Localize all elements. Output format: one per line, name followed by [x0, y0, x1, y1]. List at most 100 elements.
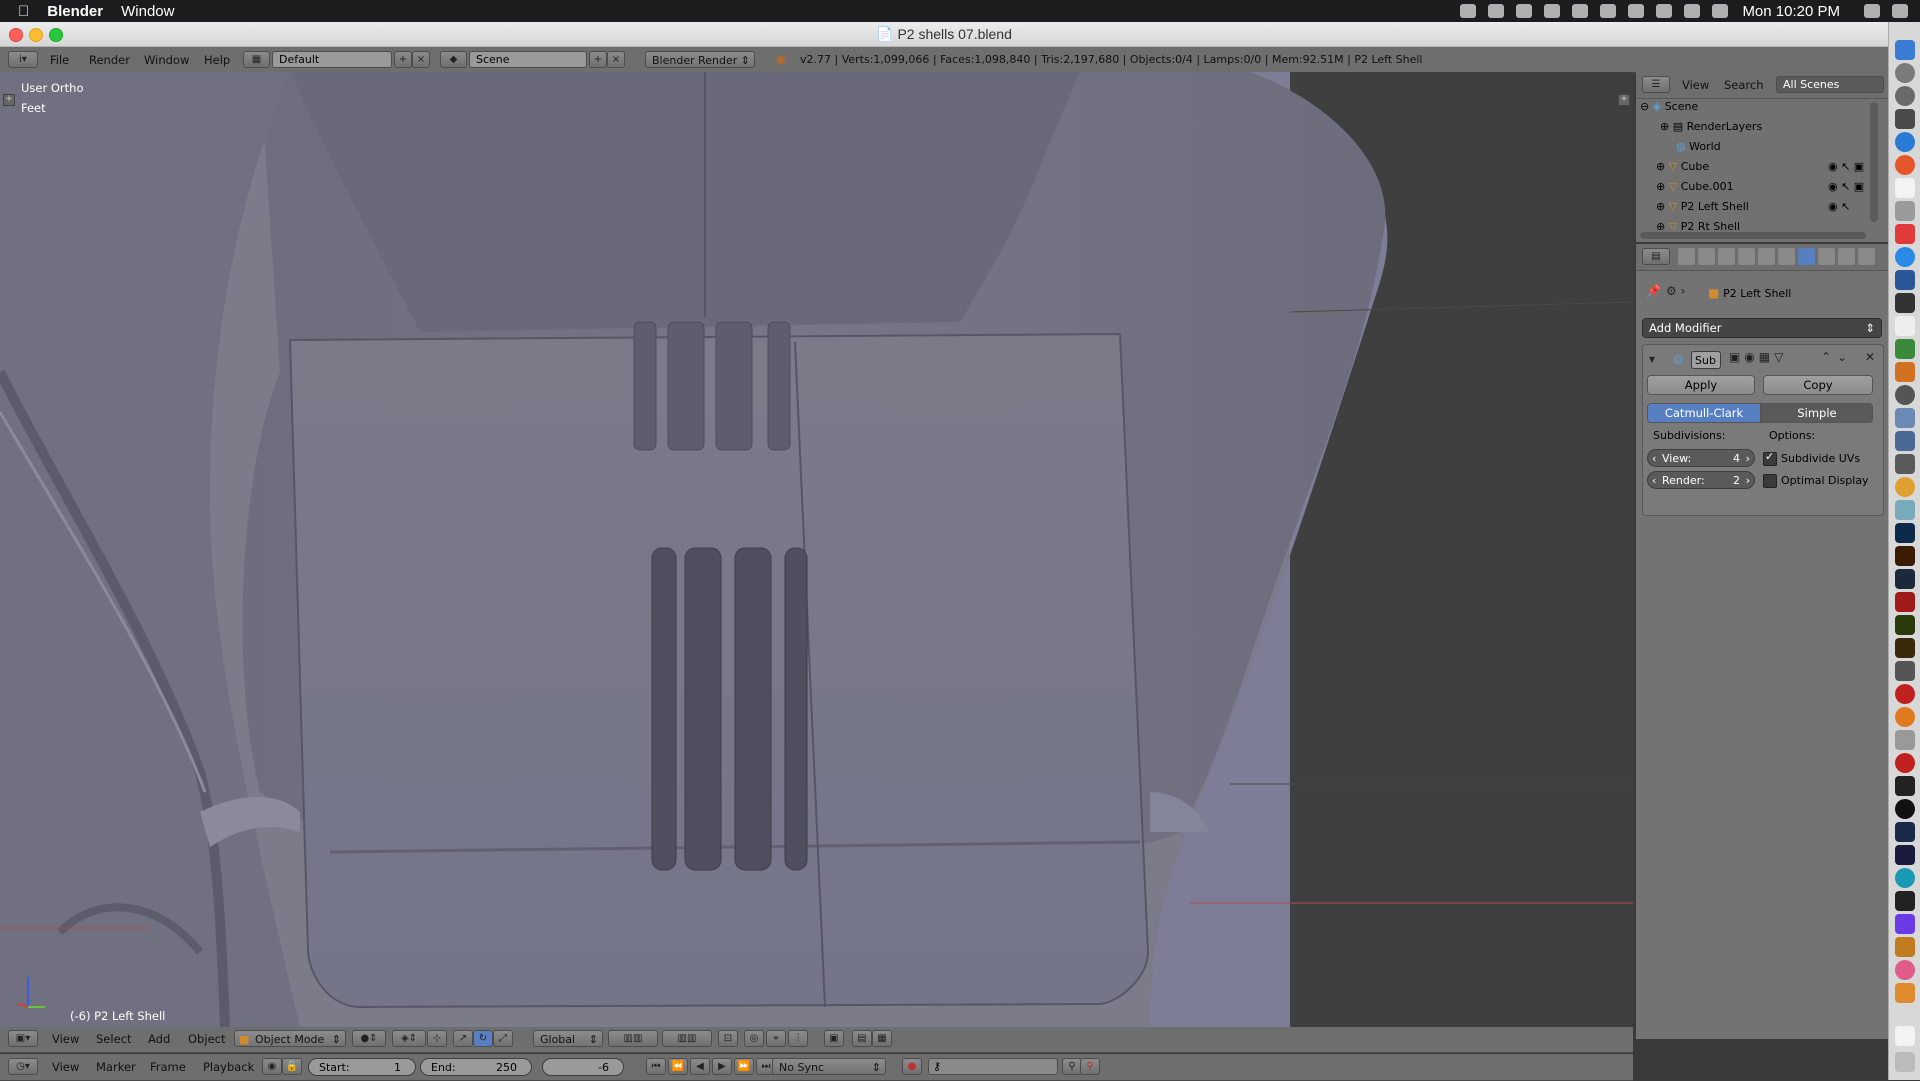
view-levels-field[interactable]: ‹ View: 4 › — [1647, 449, 1755, 467]
prev-keyframe-icon[interactable]: ⏪ — [668, 1058, 688, 1075]
app12-icon[interactable] — [1895, 868, 1915, 888]
automator-icon[interactable] — [1895, 109, 1915, 129]
outliner-item-cube[interactable]: ⊕ ▽ Cube ◉ ↖ ▣ — [1656, 160, 1886, 178]
photoshop-icon[interactable] — [1895, 523, 1915, 543]
app3-icon[interactable] — [1895, 408, 1915, 428]
editor-type-3dview-icon[interactable]: ▣▾ — [8, 1030, 38, 1047]
notification-center-icon[interactable] — [1892, 4, 1908, 18]
viewport-menu-add[interactable]: Add — [148, 1032, 170, 1046]
editor-type-info-icon[interactable]: i▾ — [8, 51, 38, 68]
chrome-icon[interactable] — [1895, 477, 1915, 497]
menu-window[interactable]: Window — [144, 53, 189, 67]
keynote-icon[interactable] — [1895, 362, 1915, 382]
display-icon[interactable] — [1684, 4, 1701, 18]
modifier-display-icons[interactable]: ▣◉▦▽ — [1729, 350, 1787, 364]
eject-icon[interactable] — [1600, 4, 1617, 18]
layout-field[interactable]: Default — [272, 51, 392, 68]
expand-icon[interactable]: ⊖ — [1640, 100, 1649, 113]
play-reverse-icon[interactable]: ◀ — [690, 1058, 710, 1075]
scene-remove-icon[interactable]: × — [607, 51, 625, 68]
material-tab-icon[interactable] — [1838, 248, 1855, 265]
safari-icon[interactable] — [1895, 132, 1915, 152]
move-down-icon[interactable]: ⌄ — [1837, 350, 1847, 364]
timeline-menu-playback[interactable]: Playback — [203, 1060, 254, 1074]
properties-editor-icon[interactable]: ▤ — [1642, 248, 1670, 265]
firefox-icon[interactable] — [1895, 155, 1915, 175]
menu-render[interactable]: Render — [89, 53, 130, 67]
layout-remove-icon[interactable]: × — [412, 51, 430, 68]
menubar-window[interactable]: Window — [121, 3, 174, 20]
app4-icon[interactable] — [1895, 431, 1915, 451]
render-engine-select[interactable]: Blender Render ⇕ — [645, 51, 755, 68]
app9-icon[interactable] — [1895, 730, 1915, 750]
insert-keyframe-icon[interactable]: ⚲ — [1062, 1058, 1082, 1075]
copy-button[interactable]: Copy — [1763, 375, 1873, 395]
unreal-icon[interactable] — [1895, 799, 1915, 819]
properties-toggle-icon[interactable]: + — [1618, 94, 1630, 106]
app6-icon[interactable] — [1895, 500, 1915, 520]
catmull-clark-tab[interactable]: Catmull-Clark — [1647, 403, 1761, 423]
move-up-icon[interactable]: ⌃ — [1821, 350, 1831, 364]
blender-dock-icon[interactable] — [1895, 707, 1915, 727]
app8-icon[interactable] — [1895, 684, 1915, 704]
render-tab-icon[interactable] — [1678, 248, 1695, 265]
downloads-icon[interactable] — [1895, 1026, 1915, 1046]
trash-icon[interactable] — [1895, 1052, 1915, 1072]
wifi-icon[interactable] — [1656, 4, 1673, 18]
lock-layers-icon[interactable]: ⊡ — [718, 1030, 738, 1047]
outliner-filter-select[interactable]: All Scenes — [1776, 76, 1884, 93]
texture-tab-icon[interactable] — [1858, 248, 1875, 265]
menu-file[interactable]: File — [50, 53, 69, 67]
constraints-tab-icon[interactable] — [1778, 248, 1795, 265]
tool-shelf-toggle-icon[interactable]: + — [3, 94, 15, 106]
layout-icon[interactable]: ▦ — [243, 51, 270, 68]
renderlayers-tab-icon[interactable] — [1698, 248, 1715, 265]
circle-icon[interactable] — [1544, 4, 1561, 18]
spotlight-icon[interactable] — [1864, 4, 1880, 18]
delete-keyframe-icon[interactable]: ⚲ — [1080, 1058, 1100, 1075]
outliner-menu-search[interactable]: Search — [1724, 78, 1764, 92]
record-icon[interactable]: ● — [902, 1058, 922, 1075]
snap-element-icon[interactable]: ⫶ — [788, 1030, 808, 1047]
outliner-item-p2-rt-shell[interactable]: ⊕ ▽ P2 Rt Shell — [1656, 220, 1886, 230]
menu-help[interactable]: Help — [204, 53, 230, 67]
bluetooth-icon[interactable] — [1628, 4, 1645, 18]
timeline-menu-view[interactable]: View — [52, 1060, 79, 1074]
notes-icon[interactable] — [1895, 178, 1915, 198]
viewport-menu-select[interactable]: Select — [96, 1032, 131, 1046]
remove-modifier-icon[interactable]: ✕ — [1865, 350, 1875, 364]
data-tab-icon[interactable] — [1818, 248, 1835, 265]
opengl-render-anim-icon[interactable]: ▤ — [852, 1030, 872, 1047]
add-modifier-select[interactable]: Add Modifier ⇕ — [1642, 318, 1882, 338]
world-tab-icon[interactable] — [1738, 248, 1755, 265]
app15-icon[interactable] — [1895, 937, 1915, 957]
finder-icon[interactable] — [1895, 40, 1915, 60]
expand-icon[interactable]: ⊕ — [1656, 160, 1665, 173]
time-machine-icon[interactable] — [1572, 4, 1589, 18]
opengl-render-icon[interactable]: ▣ — [824, 1030, 844, 1047]
launchpad-icon[interactable] — [1895, 63, 1915, 83]
preview-icon[interactable] — [1895, 201, 1915, 221]
viewport-shading-icon[interactable]: ●⇕ — [352, 1030, 386, 1047]
app14-icon[interactable] — [1895, 914, 1915, 934]
modifiers-tab-icon[interactable] — [1798, 248, 1815, 265]
textedit-icon[interactable] — [1895, 316, 1915, 336]
keying-set-field[interactable]: ⚷ — [928, 1058, 1058, 1075]
pin-icon[interactable]: 📌 — [1646, 284, 1661, 298]
scene-icon[interactable]: ◆ — [440, 51, 467, 68]
app10-icon[interactable] — [1895, 753, 1915, 773]
outliner-item-scene[interactable]: ⊖ ◈ Scene — [1640, 100, 1870, 118]
increment-icon[interactable]: › — [1746, 472, 1750, 489]
viewport-menu-object[interactable]: Object — [188, 1032, 225, 1046]
preview-range-icon[interactable]: ◉ — [262, 1058, 282, 1075]
acrobat-icon[interactable] — [1895, 592, 1915, 612]
subdivide-uvs-checkbox[interactable]: ✓ — [1763, 450, 1777, 466]
app11-icon[interactable] — [1895, 845, 1915, 865]
snap-toggle-icon[interactable]: ⌖ — [766, 1030, 786, 1047]
messages-icon[interactable] — [1895, 247, 1915, 267]
numbers-icon[interactable] — [1895, 339, 1915, 359]
sync-mode-select[interactable]: No Sync ⇕ — [772, 1058, 886, 1075]
outliner-item-renderlayers[interactable]: ⊕ ▤ RenderLayers — [1660, 120, 1890, 138]
jump-start-icon[interactable]: ⏮ — [646, 1058, 666, 1075]
scene-field[interactable]: Scene — [469, 51, 587, 68]
